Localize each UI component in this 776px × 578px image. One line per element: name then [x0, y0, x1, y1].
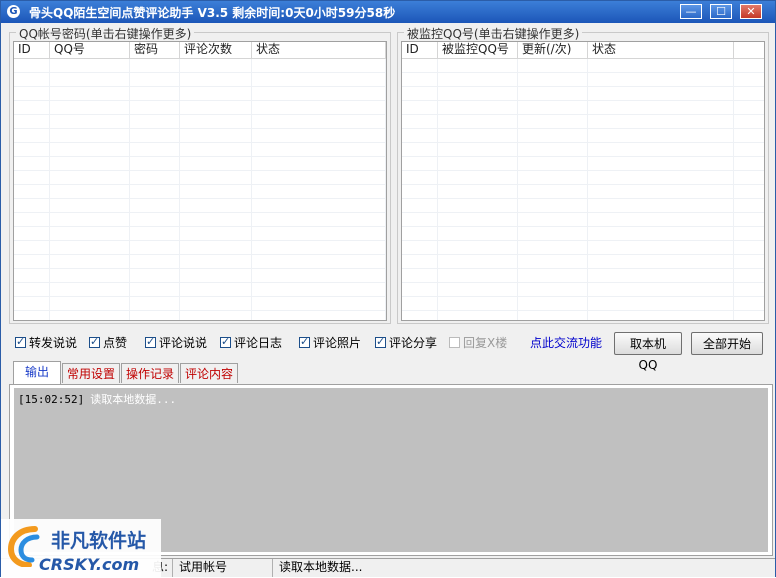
qq-account-group: QQ帐号密码(单击右键操作更多) ID QQ号 密码 评论次数 状态	[9, 25, 391, 324]
column-header-id[interactable]: ID	[402, 42, 438, 58]
column-header-status[interactable]: 状态	[252, 42, 386, 58]
repost-checkbox[interactable]: 转发说说	[15, 334, 77, 351]
tab-common-settings[interactable]: 常用设置	[62, 363, 120, 383]
qq-account-list-header: ID QQ号 密码 评论次数 状态	[14, 42, 386, 59]
comment-shuoshuo-checkbox[interactable]: 评论说说	[145, 334, 207, 351]
feedback-link[interactable]: 点此交流功能	[530, 334, 602, 351]
column-header-password[interactable]: 密码	[130, 42, 180, 58]
column-header-qq[interactable]: QQ号	[50, 42, 130, 58]
tab-comment-content[interactable]: 评论内容	[180, 363, 238, 383]
title-bar[interactable]: G 骨头QQ陌生空间点赞评论助手 V3.5 剩余时间:0天0小时59分58秒 —…	[1, 1, 775, 23]
comment-share-label: 评论分享	[389, 336, 438, 350]
options-row: 转发说说 点赞 评论说说 评论日志 评论照片 评论分享 回复X楼	[15, 334, 615, 352]
log-timestamp: [15:02:52]	[18, 393, 85, 406]
like-label: 点赞	[103, 336, 128, 350]
qq-account-list-body[interactable]	[14, 59, 386, 320]
column-header-comment-count[interactable]: 评论次数	[180, 42, 252, 58]
watermark-cn-text: 非凡软件站	[51, 530, 147, 552]
watermark-en-text: CRSKY.com	[39, 555, 140, 574]
status-account-type: 试用帐号	[173, 559, 273, 577]
checkbox-icon	[15, 335, 26, 348]
monitored-qq-list[interactable]: ID 被监控QQ号 更新(/次) 状态	[401, 41, 765, 321]
column-header-updates[interactable]: 更新(/次)	[518, 42, 588, 58]
reply-floor-label: 回复X楼	[463, 336, 508, 350]
like-checkbox[interactable]: 点赞	[89, 334, 127, 351]
tab-output[interactable]: 输出	[13, 361, 61, 384]
maximize-button[interactable]: ☐	[710, 4, 732, 19]
get-local-qq-button[interactable]: 取本机QQ	[614, 332, 682, 372]
checkbox-icon	[220, 335, 231, 348]
monitored-qq-group-label: 被监控QQ号(单击右键操作更多)	[404, 25, 583, 42]
column-header-id[interactable]: ID	[14, 42, 50, 58]
comment-photo-label: 评论照片	[313, 336, 362, 350]
comment-diary-checkbox[interactable]: 评论日志	[220, 334, 282, 351]
status-message: 读取本地数据...	[279, 560, 363, 574]
checkbox-icon	[89, 335, 100, 348]
reply-floor-checkbox: 回复X楼	[449, 334, 507, 351]
checkbox-icon	[145, 335, 156, 348]
checkbox-icon	[449, 337, 460, 348]
checkbox-icon	[375, 335, 386, 348]
column-header-status[interactable]: 状态	[588, 42, 734, 58]
comment-shuoshuo-label: 评论说说	[159, 336, 208, 350]
start-all-button[interactable]: 全部开始	[691, 332, 763, 355]
window-title: 骨头QQ陌生空间点赞评论助手 V3.5 剩余时间:0天0小时59分58秒	[29, 6, 396, 20]
column-header-monitored-qq[interactable]: 被监控QQ号	[438, 42, 518, 58]
monitored-qq-list-header: ID 被监控QQ号 更新(/次) 状态	[402, 42, 764, 59]
tab-operation-log[interactable]: 操作记录	[121, 363, 179, 383]
comment-photo-checkbox[interactable]: 评论照片	[299, 334, 361, 351]
log-message: 读取本地数据...	[90, 393, 177, 406]
main-window: G 骨头QQ陌生空间点赞评论助手 V3.5 剩余时间:0天0小时59分58秒 —…	[0, 0, 776, 578]
checkbox-icon	[299, 335, 310, 348]
minimize-button[interactable]: —	[680, 4, 702, 19]
comment-share-checkbox[interactable]: 评论分享	[375, 334, 437, 351]
qq-account-list[interactable]: ID QQ号 密码 评论次数 状态	[13, 41, 387, 321]
monitored-qq-list-body[interactable]	[402, 59, 764, 320]
close-button[interactable]: ✕	[740, 4, 762, 19]
watermark: 非凡软件站 CRSKY.com	[1, 519, 161, 578]
monitored-qq-group: 被监控QQ号(单击右键操作更多) ID 被监控QQ号 更新(/次) 状态	[397, 25, 769, 324]
app-icon: G	[7, 5, 20, 18]
comment-diary-label: 评论日志	[234, 336, 283, 350]
repost-label: 转发说说	[29, 336, 78, 350]
qq-account-group-label: QQ帐号密码(单击右键操作更多)	[16, 25, 195, 42]
